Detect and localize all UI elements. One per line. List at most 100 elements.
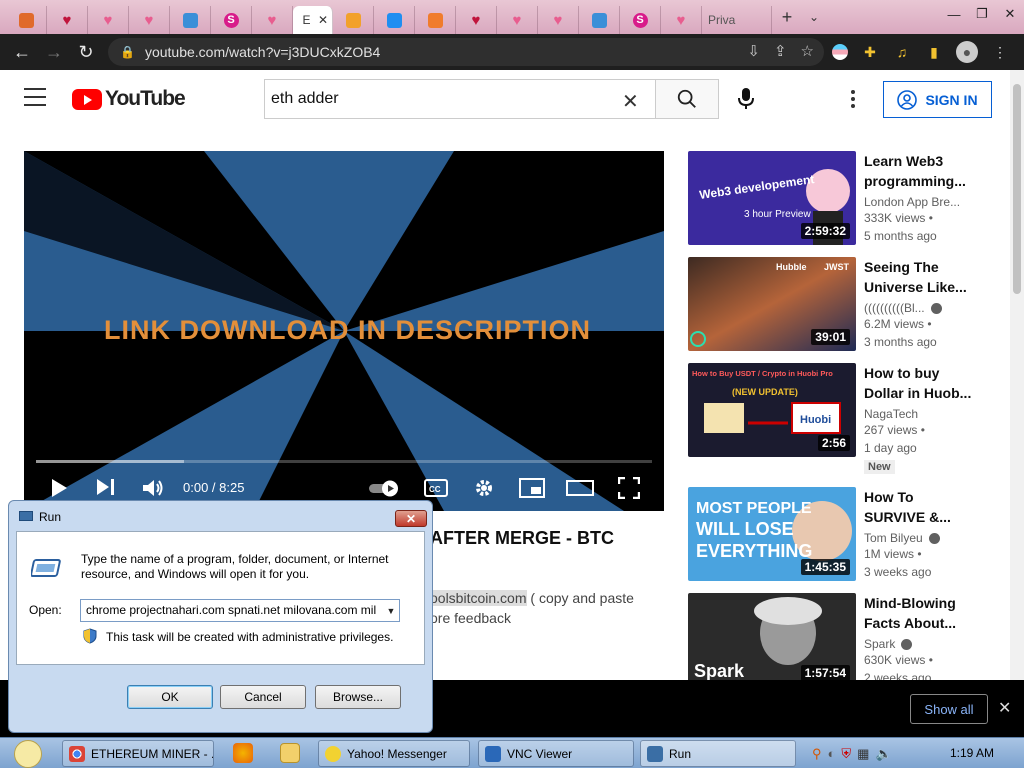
channel-name[interactable]: ((((((((((Bl... (864, 301, 974, 315)
new-tab-button[interactable]: + (772, 7, 802, 28)
recommendation-item[interactable]: How to Buy USDT / Crypto in Huobi Pro (NE… (688, 363, 988, 474)
cancel-button[interactable]: Cancel (220, 685, 306, 709)
search-tray-icon[interactable]: ⚲ (812, 746, 822, 762)
recommendation-item[interactable]: Spark 1:57:54 Mind-Blowing Facts About... S… (688, 593, 988, 689)
settings-gear-icon[interactable] (473, 477, 495, 499)
theater-mode-icon[interactable] (566, 480, 594, 496)
browser-tab[interactable] (415, 6, 456, 34)
recommendation-item[interactable]: Hubble JWST 39:01 Seeing The Universe Like.… (688, 257, 988, 353)
browser-tab[interactable]: ♥ (252, 6, 293, 34)
taskbar-item-chrome[interactable]: ETHEREUM MINER - ... (62, 740, 214, 767)
bookmark-star-icon[interactable]: ☆ (801, 42, 814, 60)
play-icon[interactable] (50, 478, 68, 498)
autoplay-toggle-icon[interactable] (368, 479, 402, 497)
channel-name[interactable]: NagaTech (864, 407, 974, 421)
browser-tab[interactable]: ♥ (129, 6, 170, 34)
recommendation-item[interactable]: MOST PEOPLE WILL LOSE EVERYTHING 1:45:35 How… (688, 487, 988, 583)
security-warning-icon[interactable]: ⛨ (841, 746, 851, 762)
run-dialog-titlebar[interactable]: Run ✕ (9, 501, 432, 531)
minimize-icon[interactable]: — (940, 0, 968, 28)
browser-tab[interactable]: ♥ (661, 6, 702, 34)
browser-tab[interactable]: S (211, 6, 252, 34)
browser-tab[interactable] (333, 6, 374, 34)
volume-icon[interactable] (142, 478, 164, 498)
search-button[interactable] (655, 79, 719, 119)
next-video-icon[interactable] (96, 478, 116, 496)
media-control-icon[interactable]: ♫ (892, 42, 912, 62)
video-progress-bar[interactable] (36, 460, 652, 463)
browser-tab[interactable]: ♥ (497, 6, 538, 34)
network-icon[interactable]: ▦ (857, 746, 869, 762)
browse-button[interactable]: Browse... (315, 685, 401, 709)
settings-menu-icon[interactable] (851, 90, 855, 108)
share-icon[interactable]: ⇪ (774, 42, 787, 60)
recommendation-title[interactable]: How to buy Dollar in Huob... (864, 363, 974, 403)
profile-avatar-icon[interactable]: ● (956, 41, 978, 63)
open-command-input[interactable]: chrome projectnahari.com spnati.net milo… (80, 599, 400, 622)
taskbar-item-vnc[interactable]: VNC Viewer (478, 740, 634, 767)
taskbar-item-yahoo[interactable]: Yahoo! Messenger (318, 740, 470, 767)
extensions-puzzle-icon[interactable]: ✚ (860, 42, 880, 62)
channel-name[interactable]: Spark (864, 637, 974, 651)
recommendation-title[interactable]: Learn Web3 programming... (864, 151, 974, 191)
start-button[interactable] (8, 738, 48, 769)
taskbar-item-run[interactable]: Run (640, 740, 796, 767)
recommendation-title[interactable]: How To SURVIVE &... (864, 487, 974, 527)
tray-app-icon[interactable]: ◐ (828, 746, 836, 761)
sign-in-button[interactable]: SIGN IN (883, 81, 992, 118)
recommendation-title[interactable]: Mind-Blowing Facts About... (864, 593, 974, 633)
video-thumbnail[interactable]: MOST PEOPLE WILL LOSE EVERYTHING 1:45:35 (688, 487, 856, 581)
browser-menu-icon[interactable]: ⋮ (990, 42, 1010, 62)
channel-name[interactable]: Tom Bilyeu (864, 531, 974, 545)
browser-tab[interactable]: ♥ (47, 6, 88, 34)
browser-tab[interactable] (579, 6, 620, 34)
video-thumbnail[interactable]: Spark 1:57:54 (688, 593, 856, 687)
video-thumbnail[interactable]: Web3 developement 3 hour Preview 2:59:32 (688, 151, 856, 245)
voice-search-button[interactable] (734, 87, 758, 111)
hamburger-menu-icon[interactable] (24, 88, 46, 106)
firefox-icon[interactable] (233, 743, 253, 763)
run-close-button[interactable]: ✕ (395, 510, 427, 527)
scroll-thumb[interactable] (1013, 84, 1021, 294)
close-shelf-icon[interactable]: ✕ (998, 698, 1011, 718)
speaker-icon[interactable]: 🔈 (875, 746, 891, 762)
video-player[interactable]: LINK DOWNLOAD IN DESCRIPTION 0:00 / 8:25… (24, 151, 664, 511)
browser-tab[interactable]: ♥ (538, 6, 579, 34)
ok-button[interactable]: OK (127, 685, 213, 709)
recommendation-title[interactable]: Seeing The Universe Like... (864, 257, 974, 297)
browser-tab[interactable]: ♥ (88, 6, 129, 34)
close-tab-icon[interactable]: ✕ (318, 13, 328, 27)
page-scrollbar[interactable] (1010, 70, 1024, 680)
install-app-icon[interactable]: ⇩ (747, 42, 760, 60)
extension-flag-icon[interactable] (832, 44, 848, 60)
youtube-logo[interactable]: YouTube (72, 87, 186, 111)
show-all-button[interactable]: Show all (910, 694, 988, 724)
address-bar[interactable]: 🔒 youtube.com/watch?v=j3DUCxkZOB4 ⇩ ⇪ ☆ (108, 38, 824, 66)
browser-tab[interactable]: S (620, 6, 661, 34)
browser-tab[interactable] (6, 6, 47, 34)
back-icon[interactable]: ← (6, 36, 38, 68)
forward-icon[interactable]: → (38, 36, 70, 68)
restore-icon[interactable]: ❐ (968, 0, 996, 28)
browser-tab[interactable] (374, 6, 415, 34)
captions-icon[interactable]: CC (424, 479, 448, 497)
description-link[interactable]: oolsbitcoin.com (430, 590, 527, 606)
dropdown-arrow-icon[interactable]: ▼ (383, 600, 399, 621)
active-tab[interactable]: E ✕ (293, 6, 333, 34)
clear-search-icon[interactable]: ✕ (622, 89, 639, 114)
side-panel-icon[interactable]: ▮ (924, 42, 944, 62)
close-window-icon[interactable]: ✕ (996, 0, 1024, 28)
tab-search-icon[interactable]: ⌄ (802, 10, 826, 24)
browser-tab[interactable] (170, 6, 211, 34)
browser-tab[interactable]: ♥ (456, 6, 497, 34)
recommendation-item[interactable]: Web3 developement 3 hour Preview 2:59:32 Le… (688, 151, 988, 247)
video-thumbnail[interactable]: How to Buy USDT / Crypto in Huobi Pro (NE… (688, 363, 856, 457)
search-input[interactable]: eth adder (264, 79, 656, 119)
fullscreen-icon[interactable] (618, 477, 640, 499)
tab-private[interactable]: Priva (702, 6, 772, 34)
video-thumbnail[interactable]: Hubble JWST 39:01 (688, 257, 856, 351)
reload-icon[interactable]: ↻ (70, 36, 102, 68)
folder-icon[interactable] (280, 743, 300, 763)
taskbar-clock[interactable]: 1:19 AM (950, 746, 994, 760)
miniplayer-icon[interactable] (519, 478, 545, 498)
